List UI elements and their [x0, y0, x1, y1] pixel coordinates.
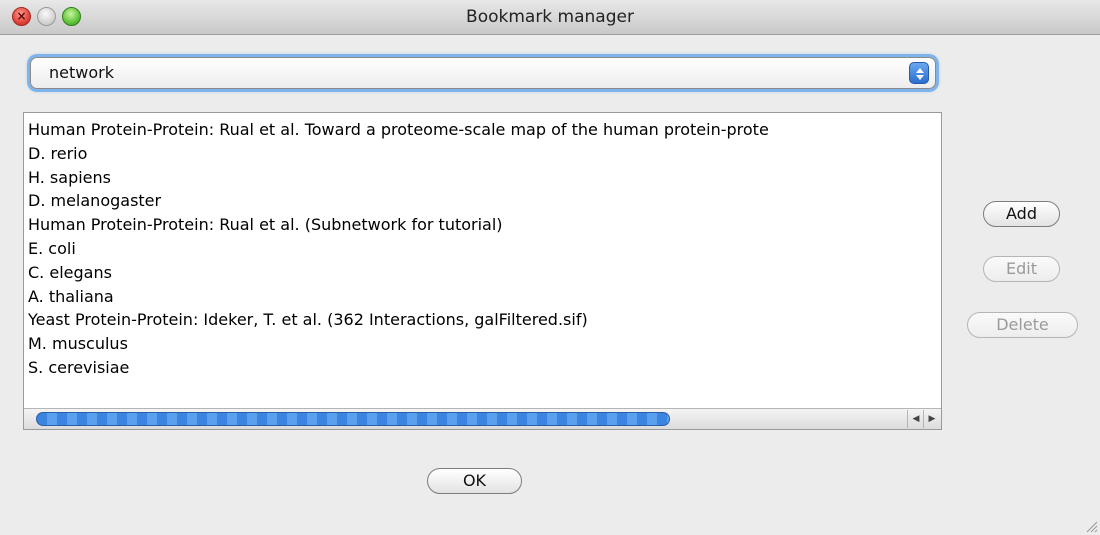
bookmark-list-item[interactable]: C. elegans: [28, 261, 769, 285]
bookmark-list-item[interactable]: E. coli: [28, 237, 769, 261]
bookmark-list-item[interactable]: H. sapiens: [28, 166, 769, 190]
bookmark-list-item[interactable]: Yeast Protein-Protein: Ideker, T. et al.…: [28, 308, 769, 332]
delete-button[interactable]: Delete: [967, 312, 1078, 338]
title-bar: × Bookmark manager: [0, 0, 1100, 35]
bookmark-list-item[interactable]: Human Protein-Protein: Rual et al. Towar…: [28, 118, 769, 142]
select-arrows-icon: [909, 62, 929, 84]
bookmark-list-item[interactable]: M. musculus: [28, 332, 769, 356]
bookmark-list[interactable]: Human Protein-Protein: Rual et al. Towar…: [23, 112, 942, 430]
horizontal-scrollbar[interactable]: ◀ ▶: [24, 408, 941, 429]
scroll-right-icon[interactable]: ▶: [923, 410, 940, 428]
bookmark-list-item[interactable]: A. thaliana: [28, 285, 769, 309]
window-title: Bookmark manager: [466, 7, 634, 27]
bookmark-list-item[interactable]: D. rerio: [28, 142, 769, 166]
edit-button[interactable]: Edit: [983, 256, 1060, 282]
bookmark-list-item[interactable]: D. melanogaster: [28, 189, 769, 213]
bookmark-list-items: Human Protein-Protein: Rual et al. Towar…: [28, 118, 769, 380]
horizontal-scroll-thumb[interactable]: [36, 412, 670, 426]
resize-grip-icon[interactable]: [1084, 519, 1098, 533]
ok-button[interactable]: OK: [427, 468, 522, 494]
bookmark-list-item[interactable]: Human Protein-Protein: Rual et al. (Subn…: [28, 213, 769, 237]
bookmark-list-item[interactable]: S. cerevisiae: [28, 356, 769, 380]
add-button[interactable]: Add: [983, 201, 1060, 227]
scroll-left-icon[interactable]: ◀: [907, 410, 924, 428]
category-select[interactable]: network: [30, 57, 936, 89]
category-select-value: network: [49, 63, 114, 82]
